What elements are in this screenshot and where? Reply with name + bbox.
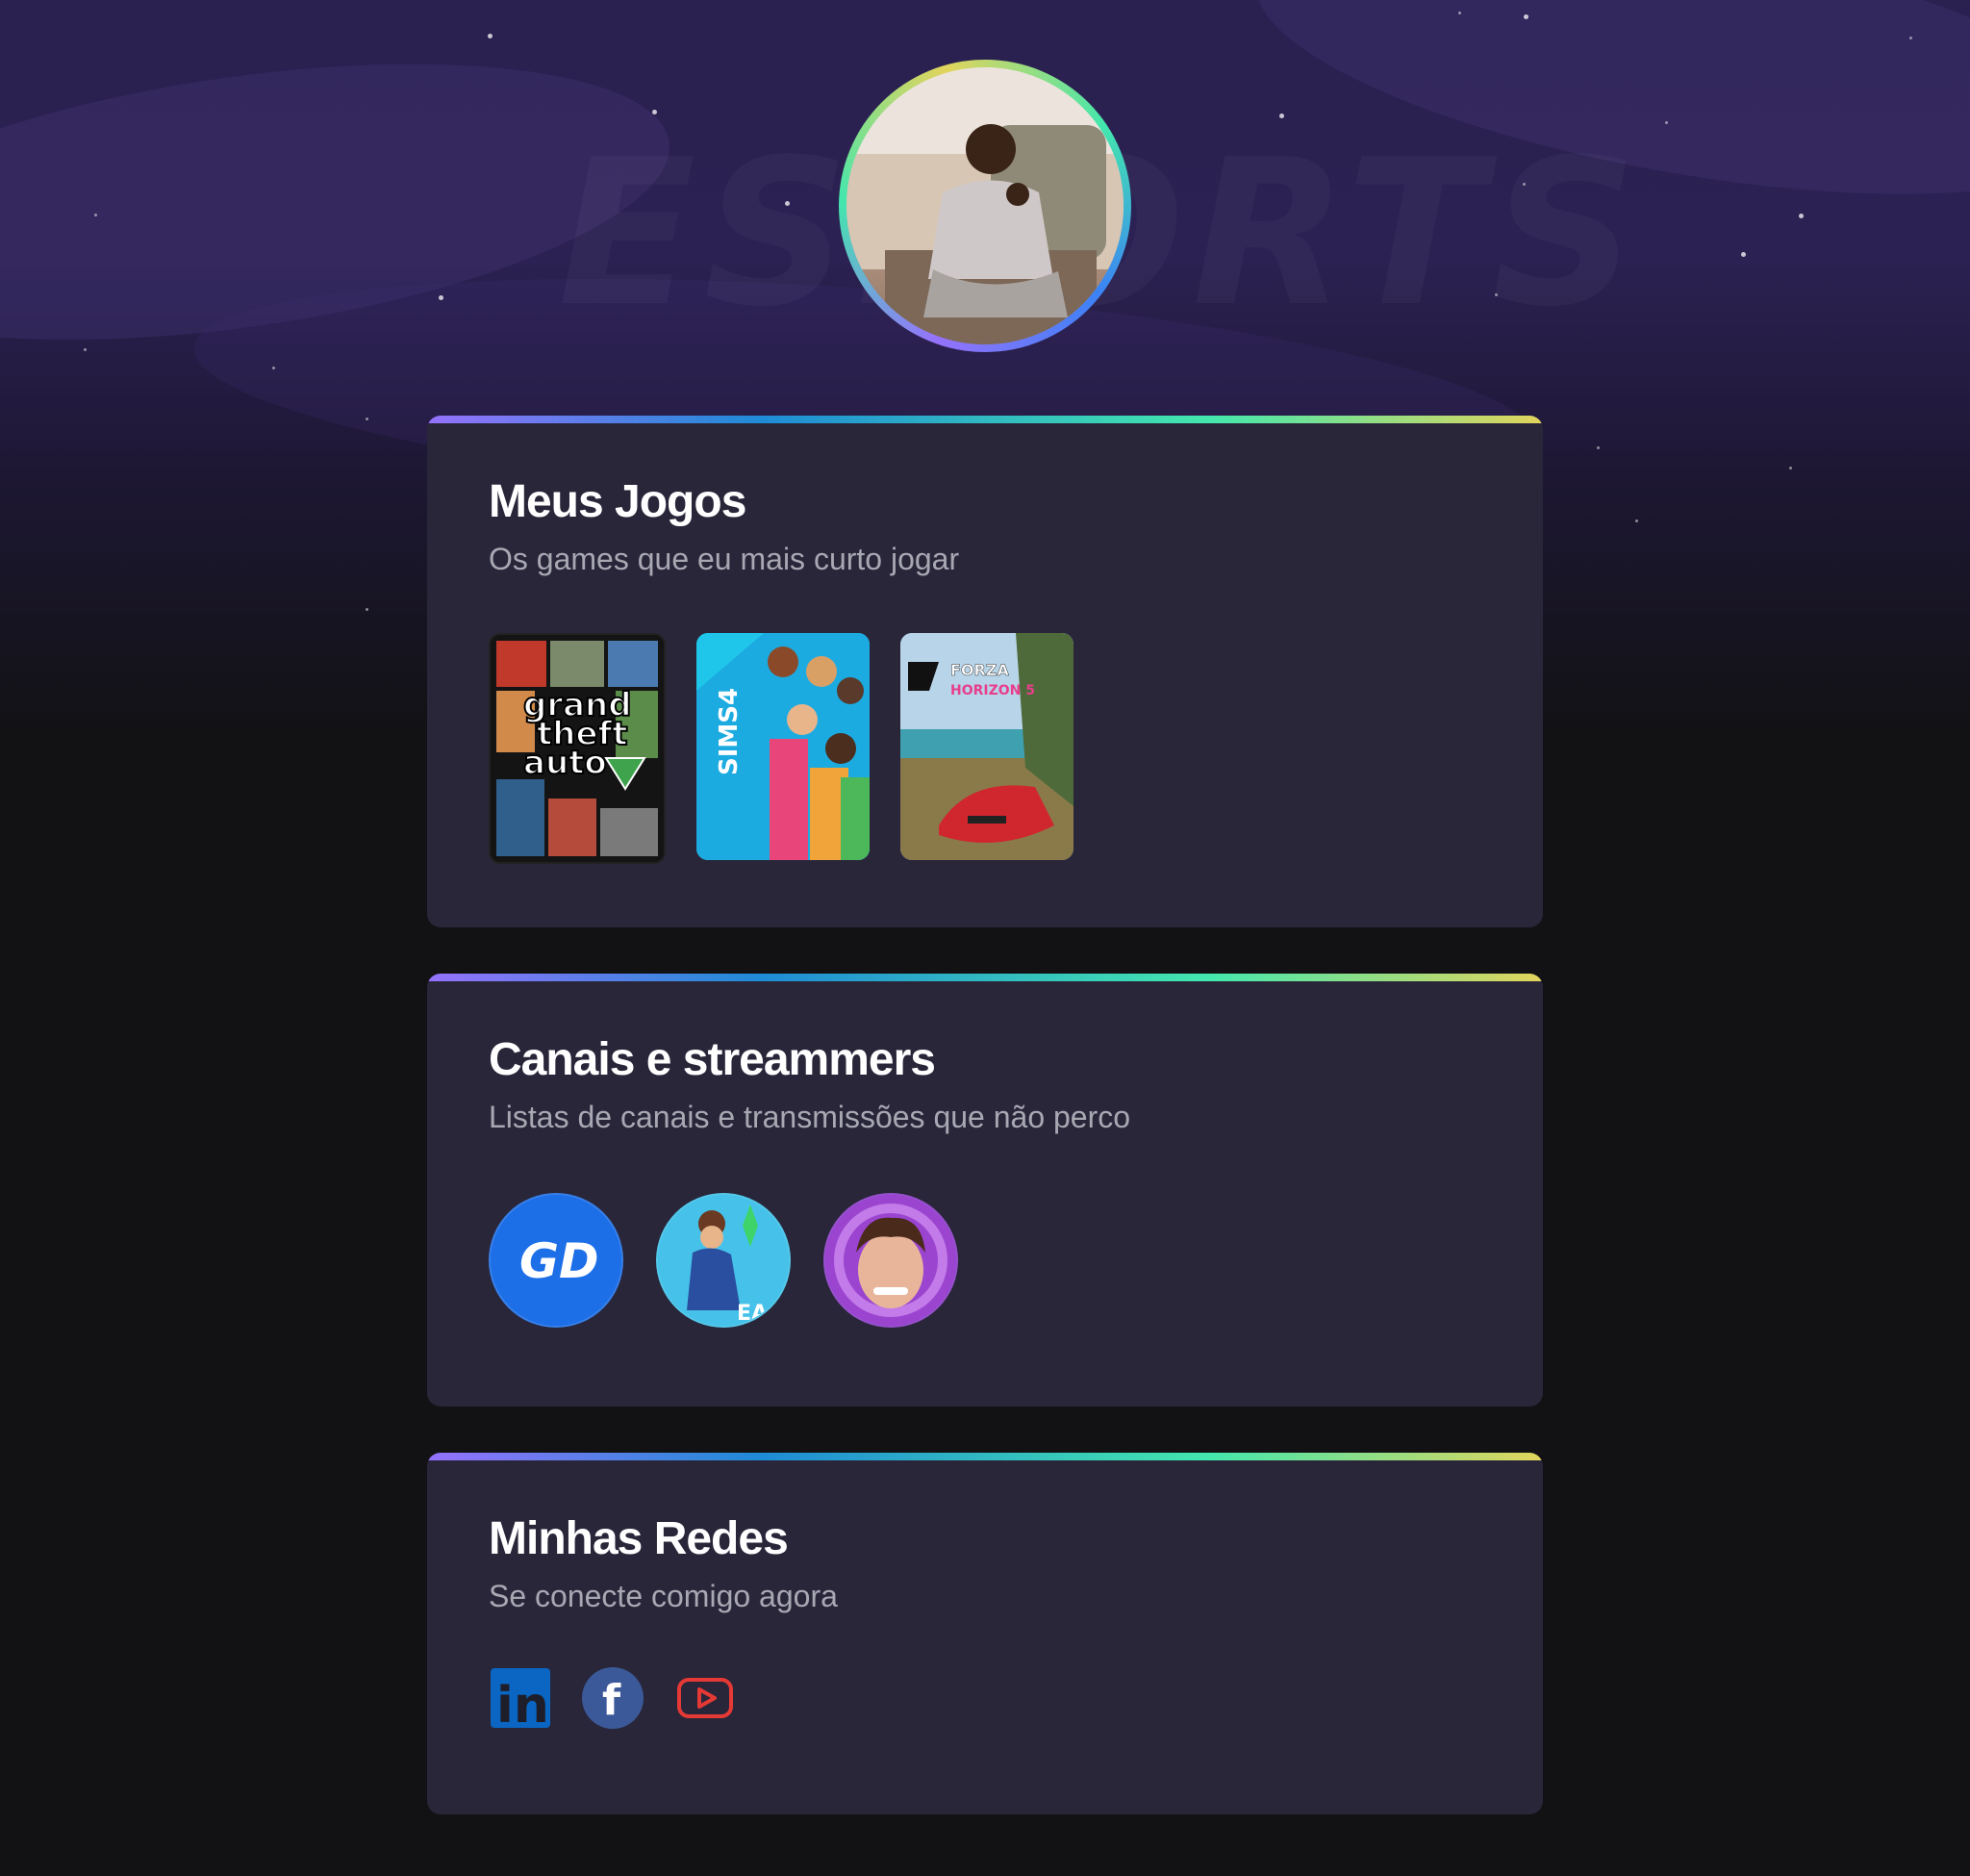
channel-sims-ea-logo: EA xyxy=(737,1302,768,1326)
channels-section-title: Canais e streammers xyxy=(489,1034,936,1085)
games-list: grand theft auto SIMS4 FORZA HORIZON 5 xyxy=(489,633,1481,864)
games-section: Meus Jogos Os games que eu mais curto jo… xyxy=(427,416,1543,927)
forza-logo-line1: FORZA xyxy=(950,661,1009,679)
channel-the-sims[interactable]: EA xyxy=(656,1193,791,1328)
channel-gd-logo: GD xyxy=(519,1233,599,1289)
facebook-icon-label: f xyxy=(602,1676,621,1725)
linkedin-icon[interactable]: in xyxy=(489,1666,552,1735)
games-section-subtitle: Os games que eu mais curto jogar xyxy=(489,542,960,576)
sims-logo: SIMS4 xyxy=(715,688,744,775)
socials-section-subtitle: Se conecte comigo agora xyxy=(489,1579,838,1613)
profile-avatar-ring xyxy=(839,60,1131,352)
channel-gd[interactable]: GD xyxy=(489,1193,623,1328)
linkedin-icon-label: in xyxy=(496,1677,549,1730)
channels-section-subtitle: Listas de canais e transmissões que não … xyxy=(489,1100,1131,1134)
socials-section-title: Minhas Redes xyxy=(489,1513,789,1564)
channel-streamer[interactable] xyxy=(823,1193,958,1328)
profile-avatar[interactable] xyxy=(846,67,1124,344)
game-cover-sims-4[interactable]: SIMS4 xyxy=(696,633,870,860)
gta-logo-line3: auto xyxy=(523,744,607,782)
facebook-icon[interactable]: f xyxy=(581,1666,644,1730)
game-cover-forza-horizon-5[interactable]: FORZA HORIZON 5 xyxy=(900,633,1073,860)
youtube-icon[interactable] xyxy=(673,1666,737,1730)
forza-logo-line2: HORIZON 5 xyxy=(950,683,1035,698)
socials-section: Minhas Redes Se conecte comigo agora in … xyxy=(427,1453,1543,1814)
channels-section: Canais e streammers Listas de canais e t… xyxy=(427,974,1543,1407)
games-section-title: Meus Jogos xyxy=(489,476,746,527)
socials-list: in f xyxy=(489,1666,1481,1735)
game-cover-gta-v[interactable]: grand theft auto xyxy=(489,633,666,864)
channels-list: GD EA xyxy=(489,1193,1481,1328)
